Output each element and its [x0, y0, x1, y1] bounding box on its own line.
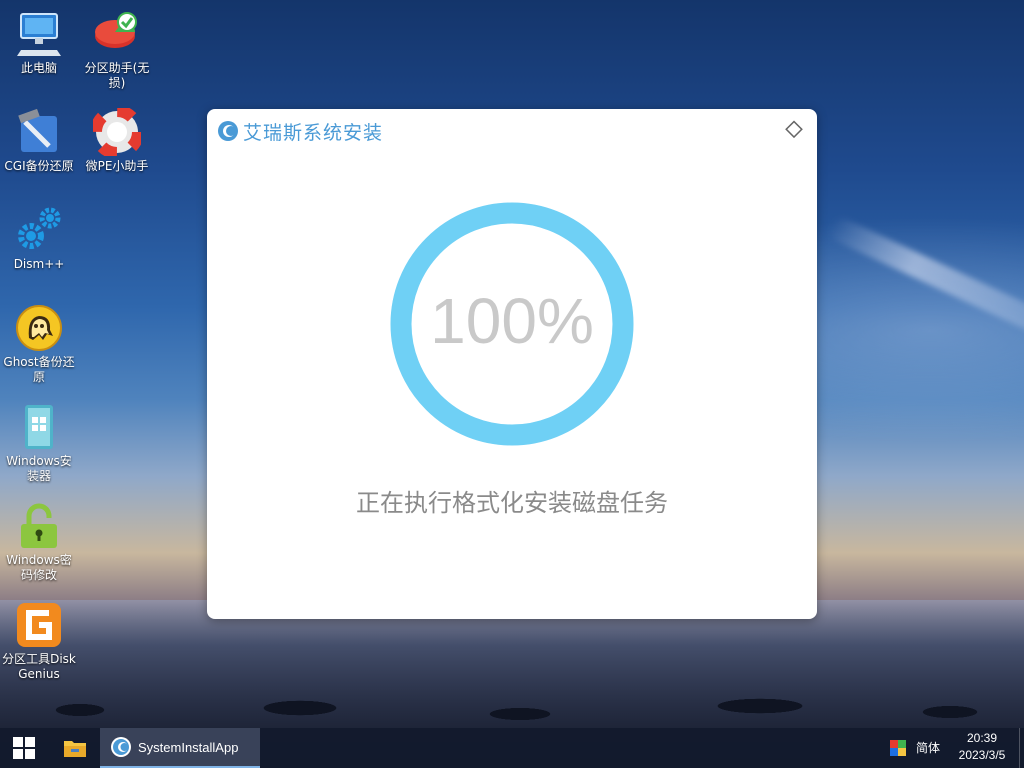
pin-icon[interactable] — [783, 119, 805, 141]
desktop-icon-wepe-helper[interactable]: 微PE小助手 — [80, 105, 154, 174]
ime-indicator[interactable]: 简体 — [916, 739, 940, 756]
taskbar: SystemInstallApp 简体 20:39 2023/3/5 — [0, 728, 1024, 768]
desktop-icon-dism[interactable]: Dism++ — [2, 206, 76, 272]
clock-date: 2023/3/5 — [958, 748, 1006, 762]
windows-logo-icon — [13, 737, 35, 759]
desktop-icon-label: 微PE小助手 — [85, 159, 149, 173]
desktop-icon-label: Dism++ — [13, 257, 65, 271]
show-desktop-button[interactable] — [1019, 728, 1024, 768]
folder-icon — [64, 741, 86, 757]
windows-installer-icon — [15, 403, 63, 451]
lifebuoy-icon — [90, 105, 144, 159]
desktop-icon-this-pc[interactable]: 此电脑 — [2, 10, 76, 76]
window-title: 艾瑞斯系统安装 — [243, 122, 384, 144]
diskgenius-icon — [15, 601, 63, 649]
cgi-backup-icon — [15, 108, 63, 156]
computer-icon — [15, 10, 63, 58]
desktop-icon-ghost[interactable]: Ghost备份还原 — [2, 304, 76, 385]
status-text: 正在执行格式化安装磁盘任务 — [356, 489, 668, 517]
desktop-icon-label: CGI备份还原 — [4, 159, 74, 173]
app-logo-icon — [217, 120, 239, 142]
file-explorer-button[interactable] — [52, 728, 98, 768]
desktop-icon-diskgenius[interactable]: 分区工具DiskGenius — [2, 601, 76, 682]
start-button[interactable] — [0, 728, 48, 768]
wallpaper-rocks — [0, 680, 1024, 730]
ghost-icon — [15, 304, 63, 352]
desktop-icon-windows-password[interactable]: Windows密码修改 — [2, 502, 76, 583]
gears-icon — [15, 206, 63, 254]
desktop-icon-windows-installer[interactable]: Windows安装器 — [2, 403, 76, 484]
desktop-icon-label: Windows密码修改 — [6, 553, 72, 582]
taskbar-app-systeminstall[interactable]: SystemInstallApp — [100, 728, 260, 768]
desktop-icon-partition-assistant[interactable]: 分区助手(无损) — [80, 10, 154, 91]
color-tray-icon[interactable] — [890, 740, 906, 756]
taskbar-app-label: SystemInstallApp — [138, 739, 239, 755]
desktop-icon-label: 此电脑 — [20, 61, 57, 75]
system-clock[interactable]: 20:39 2023/3/5 — [950, 730, 1014, 764]
desktop-icon-label: Ghost备份还原 — [3, 355, 75, 384]
progress-percent: 100% — [430, 285, 594, 357]
wallpaper-cloud — [825, 214, 1024, 334]
app-logo-icon — [111, 737, 131, 757]
desktop-icon-cgi-backup[interactable]: CGI备份还原 — [2, 108, 76, 174]
installer-window: 艾瑞斯系统安装 100% 正在执行格式化安装磁盘任务 — [207, 109, 817, 619]
partition-assistant-icon — [93, 10, 141, 58]
lock-icon — [15, 502, 63, 550]
desktop-icon-label: 分区助手(无损) — [84, 61, 150, 90]
clock-time: 20:39 — [966, 731, 998, 745]
desktop-icon-label: 分区工具DiskGenius — [2, 652, 76, 681]
desktop-icon-label: Windows安装器 — [6, 454, 72, 483]
